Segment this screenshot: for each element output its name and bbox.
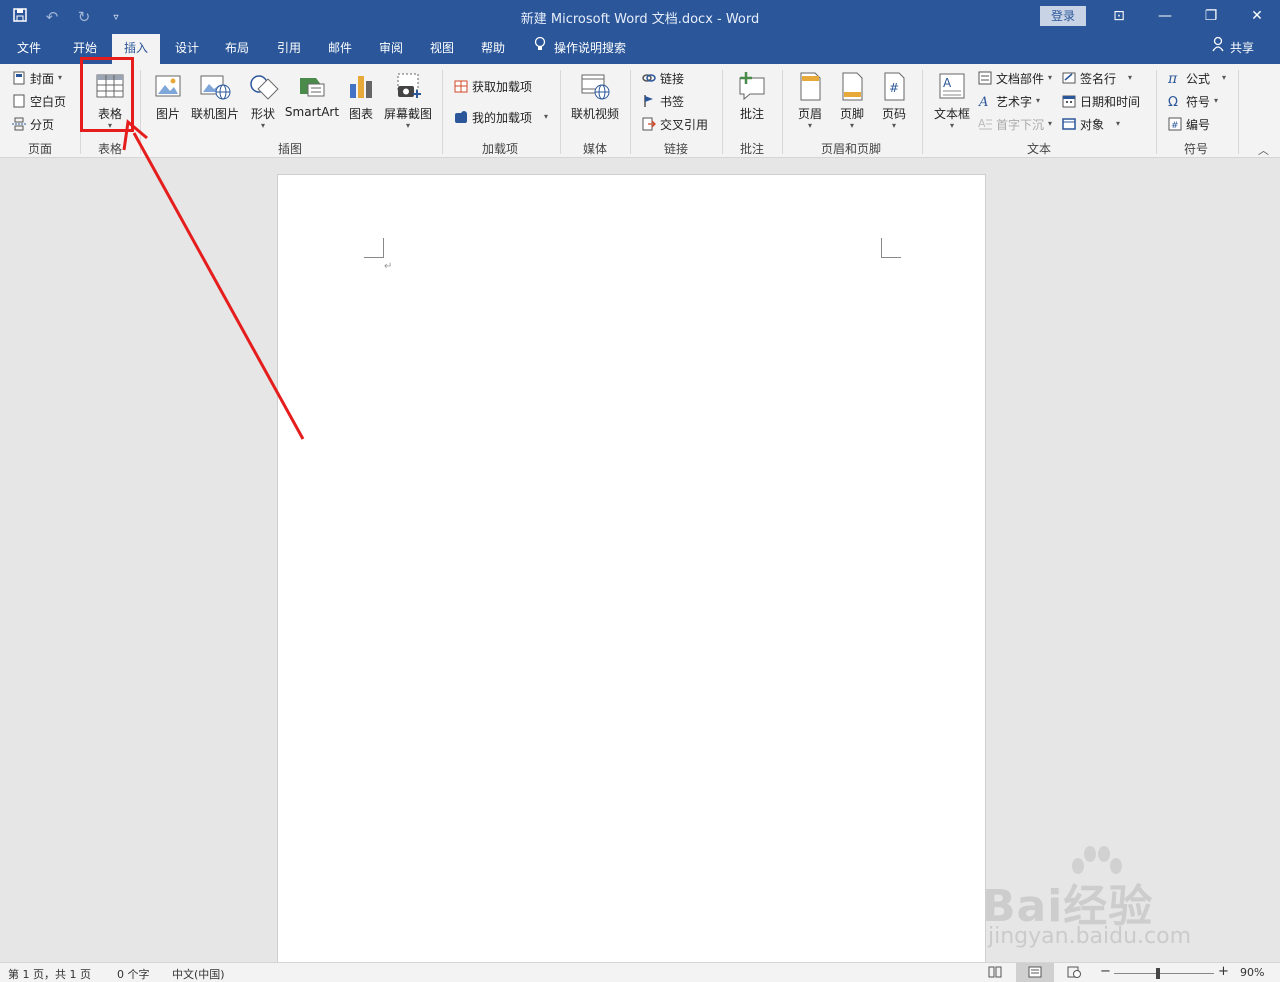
- annotation-arrow-shaft: [132, 132, 305, 440]
- annotation-arrow: [122, 119, 305, 440]
